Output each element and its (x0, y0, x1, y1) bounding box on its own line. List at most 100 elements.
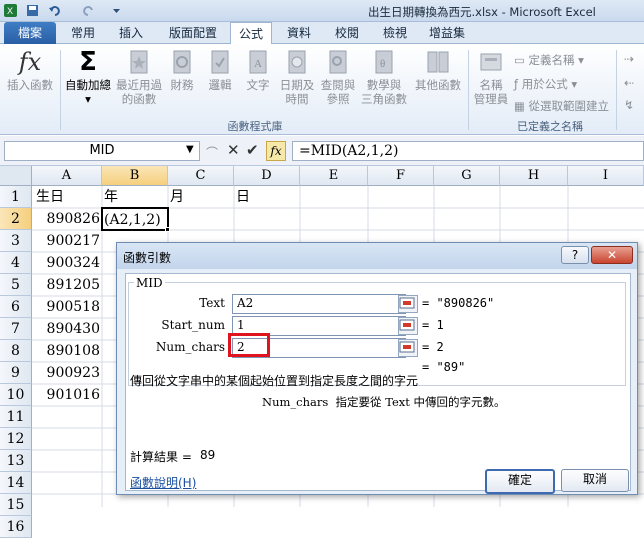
cell-c1[interactable]: 月 (170, 186, 184, 208)
recently-used-button[interactable]: 最近用過 的函數 (114, 48, 164, 106)
row-header-5[interactable]: 5 (0, 274, 32, 296)
row-header-9[interactable]: 9 (0, 362, 32, 384)
help-question-button[interactable]: ? (561, 246, 589, 264)
function-help-link[interactable]: 函數說明(H) (130, 474, 196, 491)
collapse-dialog-icon[interactable] (398, 317, 418, 335)
fill-handle[interactable] (165, 227, 170, 232)
tab-addins[interactable]: 增益集 (424, 22, 470, 44)
arg-input-text[interactable]: A2 (232, 294, 406, 314)
define-name-button[interactable]: ▭ 定義名稱 ▾ (514, 52, 584, 68)
cell-a6[interactable]: 900518 (32, 296, 100, 318)
autosum-button[interactable]: Σ 自動加總 ▾ (62, 48, 114, 106)
sigma-icon: Σ (79, 47, 97, 77)
undo-icon[interactable] (48, 4, 61, 17)
row-header-4[interactable]: 4 (0, 252, 32, 274)
tab-view[interactable]: 檢視 (378, 22, 412, 44)
name-box-dropdown-icon[interactable]: ▼ (186, 144, 194, 155)
column-header-a[interactable]: A (32, 166, 102, 186)
cancel-button[interactable]: 取消 (561, 469, 629, 492)
active-cell-b2[interactable]: (A2,1,2) (101, 207, 169, 231)
function-name-label: MID (134, 276, 165, 290)
cell-a9[interactable]: 900923 (32, 362, 100, 384)
column-header-f[interactable]: F (368, 166, 434, 186)
math-trig-button[interactable]: θ 數學與 三角函數 (358, 48, 410, 106)
function-description: 傳回從文字串中的某個起始位置到指定長度之間的字元 (130, 374, 419, 388)
name-manager-button[interactable]: 名稱 管理員 (470, 48, 512, 106)
ok-button[interactable]: 確定 (485, 469, 555, 494)
row-header-2[interactable]: 2 (0, 208, 32, 230)
cell-a5[interactable]: 891205 (32, 274, 100, 296)
remove-arrows-icon[interactable]: ↯ (624, 98, 634, 112)
dialog-body: MID Text A2 = "890826" Start_num 1 = 1 N… (125, 273, 631, 491)
row-header-13[interactable]: 13 (0, 450, 32, 472)
row-header-7[interactable]: 7 (0, 318, 32, 340)
book-lookup-icon (329, 50, 347, 74)
cell-a8[interactable]: 890108 (32, 340, 100, 362)
row-header-3[interactable]: 3 (0, 230, 32, 252)
column-header-b[interactable]: B (102, 166, 168, 186)
title-bar: X 出生日期轉換為西元.xlsx - Microsoft Excel (0, 0, 644, 22)
svg-text:θ: θ (380, 58, 385, 70)
customize-toolbar-icon[interactable] (110, 4, 123, 17)
insert-function-fx-icon[interactable]: fx (266, 141, 286, 161)
trace-precedents-icon[interactable]: ⇢ (624, 52, 634, 66)
tab-insert[interactable]: 插入 (114, 22, 148, 44)
column-header-e[interactable]: E (300, 166, 368, 186)
more-functions-button[interactable]: 其他函數 (412, 48, 464, 92)
cancel-entry-icon[interactable]: ✕ (227, 141, 240, 159)
logical-button[interactable]: 邏輯 (204, 48, 236, 92)
tab-home[interactable]: 常用 (66, 22, 100, 44)
formula-bar-resize-icon[interactable]: ⌒ (206, 144, 218, 161)
cell-a4[interactable]: 900324 (32, 252, 100, 274)
cell-a2[interactable]: 890826 (32, 208, 100, 230)
tab-review[interactable]: 校閱 (330, 22, 364, 44)
tab-formulas[interactable]: 公式 (230, 22, 272, 46)
redo-icon[interactable] (82, 4, 95, 17)
row-header-1[interactable]: 1 (0, 186, 32, 208)
row-header-10[interactable]: 10 (0, 384, 32, 406)
column-header-h[interactable]: H (500, 166, 568, 186)
collapse-dialog-icon[interactable] (398, 339, 418, 357)
cell-a1[interactable]: 生日 (36, 186, 64, 208)
insert-function-button[interactable]: fx 插入函數 (4, 48, 56, 92)
financial-button[interactable]: 財務 (166, 48, 198, 92)
cell-b1[interactable]: 年 (104, 186, 118, 208)
name-tag-icon (480, 53, 502, 71)
column-header-i[interactable]: I (568, 166, 644, 186)
trace-dependents-icon[interactable]: ⇠ (624, 76, 634, 90)
name-box[interactable]: MID (4, 141, 200, 161)
row-header-8[interactable]: 8 (0, 340, 32, 362)
enter-check-icon[interactable]: ✔ (246, 141, 259, 159)
use-in-formula-button[interactable]: ƒ 用於公式 ▾ (514, 76, 577, 92)
collapse-dialog-icon[interactable] (398, 295, 418, 313)
cell-a10[interactable]: 901016 (32, 384, 100, 406)
row-header-14[interactable]: 14 (0, 472, 32, 494)
book-logical-icon (211, 50, 229, 74)
column-header-g[interactable]: G (434, 166, 500, 186)
row-header-12[interactable]: 12 (0, 428, 32, 450)
book-more-icon (427, 51, 449, 73)
date-time-button[interactable]: 日期及 時間 (278, 48, 316, 106)
arg-label-num-chars: Num_chars (155, 340, 225, 354)
row-header-6[interactable]: 6 (0, 296, 32, 318)
cell-d1[interactable]: 日 (236, 186, 250, 208)
create-from-selection-button[interactable]: ▦ 從選取範圍建立 (514, 98, 609, 114)
row-header-15[interactable]: 15 (0, 494, 32, 516)
svg-text:A: A (254, 58, 262, 70)
tab-data[interactable]: 資料 (282, 22, 316, 44)
tab-page-layout[interactable]: 版面配置 (164, 22, 222, 44)
lookup-reference-button[interactable]: 查閱與 參照 (318, 48, 358, 106)
cell-a3[interactable]: 900217 (32, 230, 100, 252)
cell-a7[interactable]: 890430 (32, 318, 100, 340)
row-header-16[interactable]: 16 (0, 516, 32, 538)
text-button[interactable]: A 文字 (242, 48, 274, 92)
row-header-11[interactable]: 11 (0, 406, 32, 428)
dialog-title-bar[interactable]: 函數引數 ? ✕ (117, 243, 637, 269)
formula-input[interactable]: =MID(A2,1,2) (292, 141, 644, 161)
select-all-corner[interactable] (0, 166, 32, 186)
column-header-d[interactable]: D (234, 166, 300, 186)
save-icon[interactable] (26, 4, 39, 17)
close-button[interactable]: ✕ (591, 246, 633, 264)
column-header-c[interactable]: C (168, 166, 234, 186)
tab-file[interactable]: 檔案 (4, 22, 56, 44)
